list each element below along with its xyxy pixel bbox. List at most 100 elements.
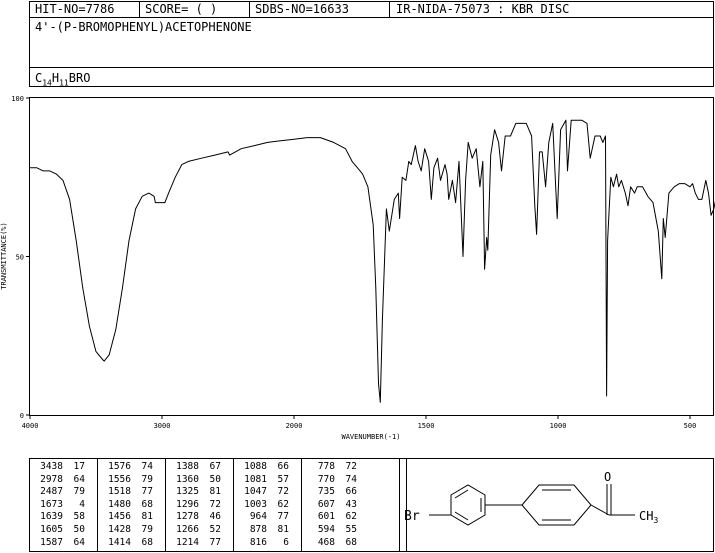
benzene-ring-2 [521, 484, 592, 526]
x-tick-label: 500 [684, 422, 697, 430]
peak-wavenumber: 1360 [176, 473, 199, 485]
peak-wavenumber: 735 [317, 486, 335, 498]
peak-row: 1360 50 [167, 474, 221, 487]
peak-wavenumber: 778 [317, 461, 335, 472]
peak-wavenumber: 1605 [40, 523, 63, 535]
peak-transmittance: 81 [141, 511, 153, 523]
peak-row: 1325 81 [167, 486, 221, 499]
peak-transmittance: 6 [283, 536, 289, 548]
peak-transmittance: 52 [209, 523, 221, 535]
x-tick-label: 1500 [418, 422, 435, 430]
peak-transmittance: 64 [73, 536, 85, 548]
peak-transmittance: 67 [209, 461, 221, 472]
peak-wavenumber: 1576 [108, 461, 131, 472]
peak-transmittance: 57 [277, 473, 289, 485]
peak-row: 601 62 [303, 511, 357, 524]
peak-transmittance: 62 [277, 498, 289, 510]
peak-transmittance: 4 [79, 498, 85, 510]
peak-row: 1081 57 [235, 474, 289, 487]
peak-transmittance: 55 [345, 523, 357, 535]
peak-transmittance: 74 [345, 473, 357, 485]
peak-row: 964 77 [235, 511, 289, 524]
peak-column-divider [97, 458, 98, 552]
header-divider-2 [249, 1, 250, 18]
peak-transmittance: 68 [141, 536, 153, 548]
benzene-ring-1 [450, 484, 486, 526]
peak-transmittance: 74 [141, 461, 153, 472]
peak-wavenumber: 1325 [176, 486, 199, 498]
peak-row: 594 55 [303, 524, 357, 537]
header-bar [29, 1, 714, 18]
peak-transmittance: 17 [73, 461, 85, 472]
peak-wavenumber: 1587 [40, 536, 63, 548]
methyl-ch: CH [639, 509, 653, 523]
peak-wavenumber: 1428 [108, 523, 131, 535]
peak-transmittance: 72 [209, 498, 221, 510]
peak-row: 1266 52 [167, 524, 221, 537]
peak-transmittance: 79 [141, 523, 153, 535]
peak-transmittance: 72 [345, 461, 357, 472]
peak-row: 1605 50 [31, 524, 85, 537]
methyl-subscript: 3 [653, 516, 658, 525]
compound-name: 4'-(P-BROMOPHENYL)ACETOPHENONE [35, 20, 252, 34]
peak-row: 1388 67 [167, 461, 221, 474]
peak-wavenumber: 594 [317, 523, 335, 535]
peak-row: 778 72 [303, 461, 357, 474]
peak-wavenumber: 601 [317, 511, 335, 523]
peak-wavenumber: 1673 [40, 498, 63, 510]
peak-row: 1278 46 [167, 511, 221, 524]
peak-transmittance: 81 [277, 523, 289, 535]
peak-transmittance: 68 [345, 536, 357, 548]
compound-divider [29, 67, 714, 68]
peak-transmittance: 79 [73, 486, 85, 498]
peak-wavenumber: 2978 [40, 473, 63, 485]
peak-wavenumber: 1081 [244, 473, 267, 485]
peak-transmittance: 50 [209, 473, 221, 485]
peak-row: 1576 74 [99, 461, 153, 474]
peak-row: 1587 64 [31, 537, 85, 550]
peak-table-column: 778 72 770 74 735 66 607 43 601 62 594 55 468 68 [303, 461, 357, 549]
carbonyl-bond [590, 504, 610, 516]
peak-row: 1088 66 [235, 461, 289, 474]
peak-transmittance: 72 [277, 486, 289, 498]
peak-wavenumber: 1296 [176, 498, 199, 510]
peak-wavenumber: 964 [249, 511, 267, 523]
peak-transmittance: 77 [277, 511, 289, 523]
score: SCORE= ( ) [145, 2, 218, 16]
peak-row: 1518 77 [99, 486, 153, 499]
hit-number: HIT-NO=7786 [35, 2, 115, 16]
x-tick-label: 2000 [286, 422, 303, 430]
peak-table-column: 1576 74 1556 79 1518 77 1480 68 1456 81 1428 79 1414… [99, 461, 153, 549]
peak-row: 2487 79 [31, 486, 85, 499]
peak-wavenumber: 607 [317, 498, 335, 510]
y-tick-label: 100 [11, 95, 24, 103]
peak-transmittance: 66 [277, 461, 289, 472]
peak-wavenumber: 770 [317, 473, 335, 485]
peak-wavenumber: 878 [249, 523, 267, 535]
peak-row: 1673 4 [31, 499, 85, 512]
peak-column-divider [165, 458, 166, 552]
peak-wavenumber: 1388 [176, 461, 199, 472]
peak-row: 816 6 [235, 537, 289, 550]
peak-wavenumber: 1047 [244, 486, 267, 498]
peak-transmittance: 46 [209, 511, 221, 523]
y-axis-label: TRANSMITTANCE(%) [0, 222, 8, 289]
peak-row: 1003 62 [235, 499, 289, 512]
peak-transmittance: 77 [141, 486, 153, 498]
peak-row: 1047 72 [235, 486, 289, 499]
x-tick-label: 4000 [22, 422, 39, 430]
ir-method: IR-NIDA-75073 : KBR DISC [396, 2, 570, 16]
peak-wavenumber: 1456 [108, 511, 131, 523]
peak-wavenumber: 1518 [108, 486, 131, 498]
peak-wavenumber: 3438 [40, 461, 63, 472]
peak-wavenumber: 1214 [176, 536, 199, 548]
peak-row: 1480 68 [99, 499, 153, 512]
peak-transmittance: 68 [141, 498, 153, 510]
methyl-label: CH3 [639, 509, 658, 525]
peak-table-column: 1088 66 1081 57 1047 72 1003 62 964 77 878 81 816 6 [235, 461, 289, 549]
peak-transmittance: 79 [141, 473, 153, 485]
x-tick-label: 3000 [154, 422, 171, 430]
x-axis-label: WAVENUMBER(-1) [341, 433, 400, 441]
peak-column-divider [233, 458, 234, 552]
x-tick-label: 1000 [550, 422, 567, 430]
